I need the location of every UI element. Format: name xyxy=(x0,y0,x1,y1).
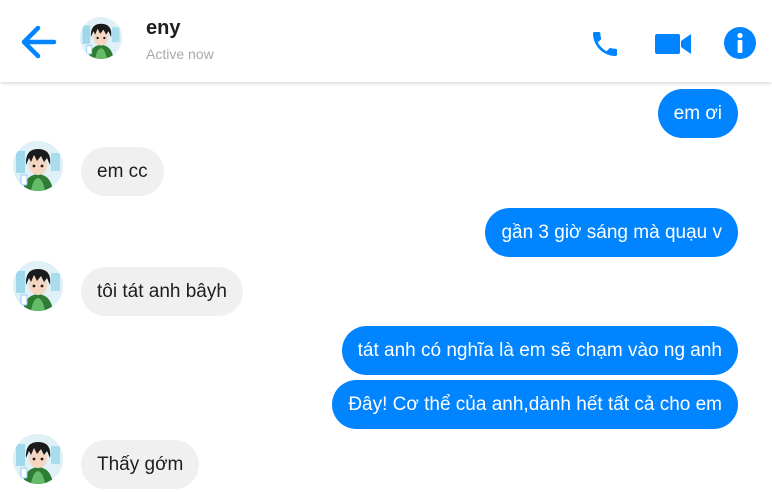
message-bubble-sent[interactable]: Đây! Cơ thể của anh,dành hết tất cả cho … xyxy=(332,380,738,429)
avatar-image xyxy=(13,261,63,311)
video-call-button[interactable] xyxy=(654,28,692,60)
conversation-info-button[interactable] xyxy=(722,25,758,61)
video-camera-icon xyxy=(655,34,691,54)
info-icon xyxy=(724,27,756,59)
contact-name[interactable]: eny xyxy=(146,17,180,40)
avatar-image xyxy=(13,434,63,484)
message-bubble-sent[interactable]: gần 3 giờ sáng mà quạu v xyxy=(485,208,738,257)
avatar-image xyxy=(80,17,122,59)
back-button[interactable] xyxy=(18,24,58,60)
contact-avatar-small[interactable] xyxy=(13,434,63,484)
contact-avatar[interactable] xyxy=(80,17,122,59)
conversation-header: eny Active now xyxy=(0,0,772,82)
contact-avatar-small[interactable] xyxy=(13,261,63,311)
message-bubble-received[interactable]: tôi tát anh bâyh xyxy=(81,267,243,316)
message-bubble-sent[interactable]: tát anh có nghĩa là em sẽ chạm vào ng an… xyxy=(341,326,738,375)
voice-call-button[interactable] xyxy=(588,28,622,60)
message-bubble-received[interactable]: em cc xyxy=(81,147,164,196)
message-bubble-received[interactable]: Thấy gớm xyxy=(81,440,200,489)
message-bubble-sent[interactable]: em ơi xyxy=(657,89,738,138)
avatar-image xyxy=(13,141,63,191)
back-arrow-icon xyxy=(21,25,57,59)
active-status: Active now xyxy=(146,46,214,62)
phone-icon xyxy=(593,32,617,56)
contact-avatar-small[interactable] xyxy=(13,141,63,191)
